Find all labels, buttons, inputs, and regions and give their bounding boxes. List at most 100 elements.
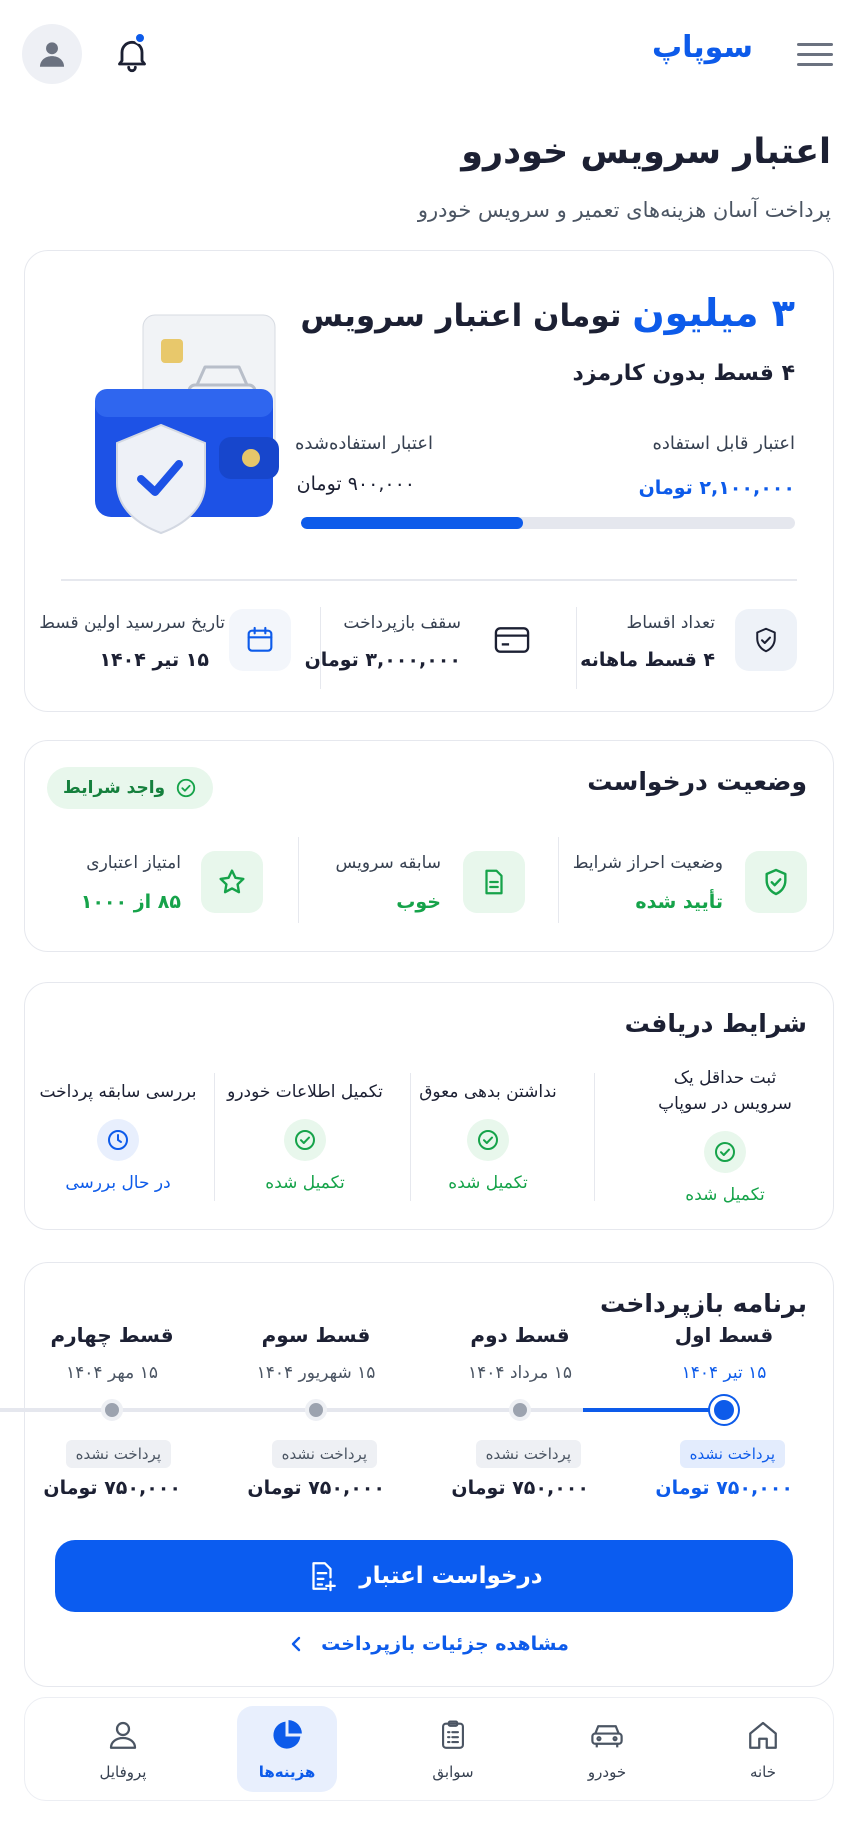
nav-history[interactable]: سوابق — [403, 1706, 503, 1792]
document-add-icon — [312, 1562, 337, 1592]
request-status-card: وضعیت درخواست واجد شرایط وضعیت احراز شرا… — [24, 740, 834, 952]
installment-step: قسط اول ۱۵ تیر ۱۴۰۴ — [629, 1323, 819, 1383]
menu-icon[interactable] — [797, 36, 833, 72]
payment-status-badge: پرداخت نشده — [475, 1440, 581, 1468]
check-circle-icon — [704, 1131, 746, 1173]
status-separator — [297, 837, 299, 923]
condition-status: تکمیل شده — [448, 1173, 528, 1193]
available-credit-label: اعتبار قابل استفاده — [652, 433, 795, 454]
payment-amount: ۷۵۰,۰۰۰ تومان — [43, 1477, 181, 1499]
bottom-nav: خانه خودرو سوابق هزینه‌ها پروفایل — [24, 1697, 834, 1801]
stat-value: ۴ قسط ماهانه — [580, 649, 715, 671]
credit-amount-suffix: تومان اعتبار سرویس — [300, 298, 622, 334]
nav-profile[interactable]: پروفایل — [73, 1706, 173, 1792]
installment-date: ۱۵ مرداد ۱۴۰۴ — [468, 1363, 572, 1383]
installment-title: قسط اول — [674, 1323, 774, 1347]
installment-title: قسط دوم — [470, 1323, 570, 1347]
condition-title: تکمیل اطلاعات خودرو — [227, 1082, 383, 1102]
shield-check-icon — [765, 868, 787, 896]
status-label: وضعیت احراز شرایط — [572, 853, 723, 873]
nav-expenses[interactable]: هزینه‌ها — [237, 1706, 337, 1792]
credit-summary-card: ۳ میلیون تومان اعتبار سرویس ۴ قسط بدون ک… — [24, 250, 834, 712]
condition-status: تکمیل شده — [685, 1185, 765, 1205]
nav-home[interactable]: خانه — [713, 1706, 813, 1792]
condition-status: تکمیل شده — [265, 1173, 345, 1193]
timeline-dot — [509, 1399, 531, 1421]
stat-separator — [319, 607, 321, 689]
brand-logo[interactable]: سوپاپ — [652, 30, 753, 65]
wallet-illustration — [95, 314, 279, 535]
nav-car[interactable]: خودرو — [557, 1706, 657, 1792]
payment-status-badge: پرداخت نشده — [679, 1440, 785, 1468]
clock-icon — [97, 1119, 139, 1161]
stat-separator — [575, 607, 577, 689]
stat-icon-box — [229, 609, 291, 671]
timeline-line — [0, 1408, 583, 1412]
star-icon — [219, 869, 245, 894]
stat-icon-box — [735, 609, 797, 671]
payment-amount: ۷۵۰,۰۰۰ تومان — [655, 1477, 793, 1499]
installment-step: قسط دوم ۱۵ مرداد ۱۴۰۴ — [425, 1323, 615, 1383]
status-value: تأیید شده — [635, 891, 723, 913]
request-credit-button[interactable]: درخواست اعتبار — [55, 1540, 793, 1612]
stat-value: ۱۵ تیر ۱۴۰۴ — [99, 649, 209, 671]
condition-separator — [409, 1073, 411, 1201]
credit-amount: ۳ میلیون — [632, 291, 795, 335]
condition-title: بررسی سابقه پرداخت — [39, 1082, 197, 1102]
avatar-button[interactable] — [22, 24, 82, 84]
notification-dot — [134, 32, 146, 44]
condition-title: نداشتن بدهی معوق — [419, 1082, 557, 1102]
nav-expenses-label: هزینه‌ها — [258, 1763, 316, 1781]
payment-amount: ۷۵۰,۰۰۰ تومان — [451, 1477, 589, 1499]
credit-progress-fill — [301, 517, 524, 529]
installment-date: ۱۵ شهریور ۱۴۰۴ — [256, 1363, 376, 1383]
condition-title: ثبت حداقل یک سرویس در سوپاپ — [658, 1068, 792, 1114]
stat-label: سقف بازپرداخت — [343, 613, 461, 633]
status-icon-box — [463, 851, 525, 913]
available-credit-value: ۲,۱۰۰,۰۰۰ تومان — [638, 477, 795, 499]
stat-icon-box — [481, 609, 543, 671]
payment-status-badge: پرداخت نشده — [271, 1440, 377, 1468]
repayment-details-link[interactable]: مشاهده جزئیات بازپرداخت — [25, 1633, 833, 1655]
timeline-dot — [101, 1399, 123, 1421]
condition-item: بررسی سابقه پرداخت در حال بررسی — [27, 1079, 209, 1193]
conditions-card: شرایط دریافت ثبت حداقل یک سرویس در سوپاپ… — [24, 982, 834, 1230]
installment-step: قسط سوم ۱۵ شهریور ۱۴۰۴ — [221, 1323, 411, 1383]
user-icon — [39, 42, 65, 67]
status-value: ۸۵ از ۱۰۰۰ — [80, 891, 181, 913]
nav-profile-label: پروفایل — [99, 1763, 147, 1781]
car-icon — [591, 1725, 623, 1748]
shield-check-icon — [756, 627, 776, 653]
check-circle-icon — [176, 778, 196, 798]
request-credit-label: درخواست اعتبار — [359, 1563, 543, 1589]
nav-car-label: خودرو — [587, 1763, 627, 1781]
condition-separator — [593, 1073, 595, 1201]
credit-progress-bar — [301, 517, 795, 529]
clipboard-icon — [442, 1720, 464, 1749]
nav-history-label: سوابق — [432, 1763, 474, 1781]
document-icon — [485, 869, 503, 895]
installment-title: قسط سوم — [261, 1323, 371, 1347]
installments-note: ۴ قسط بدون کارمزد — [572, 361, 795, 386]
calendar-icon — [247, 626, 273, 652]
stat-value: ۳,۰۰۰,۰۰۰ تومان — [304, 649, 461, 671]
status-value: خوب — [396, 891, 441, 913]
payment-amount: ۷۵۰,۰۰۰ تومان — [247, 1477, 385, 1499]
stat-label: تاریخ سررسید اولین قسط — [39, 613, 225, 633]
installment-date: ۱۵ مهر ۱۴۰۴ — [66, 1363, 158, 1383]
repayment-schedule-card: برنامه بازپرداخت قسط اول ۱۵ تیر ۱۴۰۴ قسط… — [0, 1262, 834, 1687]
status-separator — [557, 837, 559, 923]
check-circle-icon — [467, 1119, 509, 1161]
installment-date: ۱۵ تیر ۱۴۰۴ — [681, 1363, 767, 1383]
page-subtitle: پرداخت آسان هزینه‌های تعمیر و سرویس خودر… — [417, 198, 831, 222]
app-header: سوپاپ — [0, 0, 863, 110]
condition-item: تکمیل اطلاعات خودرو تکمیل شده — [207, 1079, 403, 1193]
bell-icon[interactable] — [112, 34, 152, 74]
status-label: سابقه سرویس — [335, 853, 441, 873]
installment-step: قسط چهارم ۱۵ مهر ۱۴۰۴ — [17, 1323, 207, 1383]
timeline-dot — [305, 1399, 327, 1421]
eligible-badge: واجد شرایط — [47, 767, 214, 809]
user-icon — [109, 1721, 137, 1749]
conditions-title: شرایط دریافت — [624, 1009, 807, 1038]
credit-headline: ۳ میلیون تومان اعتبار سرویس — [300, 291, 795, 335]
